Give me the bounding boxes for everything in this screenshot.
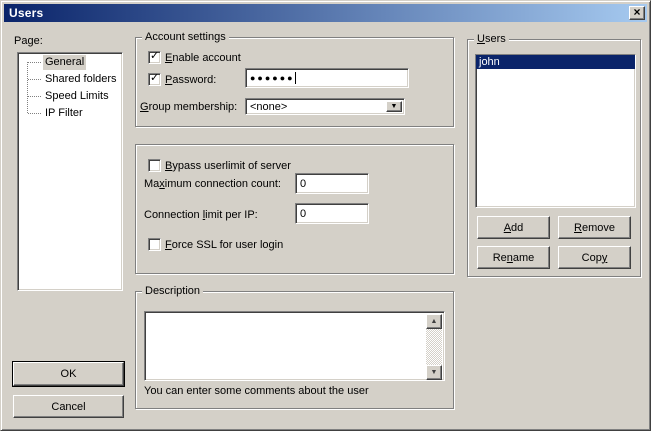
enable-account-checkbox[interactable]: ✓ bbox=[148, 51, 161, 64]
rename-user-button-label: Rename bbox=[493, 252, 535, 264]
cancel-button-label: Cancel bbox=[51, 401, 85, 413]
checkmark-icon: ✓ bbox=[150, 72, 159, 85]
tree-item-general[interactable]: General bbox=[18, 55, 120, 71]
rename-user-button[interactable]: Rename bbox=[477, 246, 550, 269]
tree-item-shared-folders[interactable]: Shared folders bbox=[18, 72, 120, 88]
remove-user-button-label: Remove bbox=[574, 222, 615, 234]
arrow-down-icon: ▼ bbox=[431, 369, 438, 376]
tree-item-label: Shared folders bbox=[43, 72, 119, 87]
max-connection-count-value: 0 bbox=[300, 178, 306, 190]
description-scrollbar[interactable]: ▲ ▼ bbox=[426, 314, 442, 380]
chevron-down-icon: ▼ bbox=[391, 103, 398, 110]
users-listbox[interactable]: john bbox=[475, 54, 636, 208]
password-input[interactable]: ●●●●●● bbox=[245, 68, 409, 88]
titlebar[interactable]: Users × bbox=[4, 4, 647, 22]
group-membership-select[interactable]: <none> ▼ bbox=[245, 98, 405, 115]
max-connection-count-input[interactable]: 0 bbox=[295, 173, 369, 194]
copy-user-button-label: Copy bbox=[582, 252, 608, 264]
account-settings-group: Account settings ✓ Enable account ✓ Pass… bbox=[135, 37, 454, 127]
user-list-item[interactable]: john bbox=[476, 55, 635, 69]
description-hint: You can enter some comments about the us… bbox=[144, 385, 369, 397]
add-user-button[interactable]: Add bbox=[477, 216, 550, 239]
password-label[interactable]: Password: bbox=[165, 74, 216, 86]
tree-item-ip-filter[interactable]: IP Filter bbox=[18, 106, 120, 122]
tree-item-label: Speed Limits bbox=[43, 89, 111, 104]
ok-button[interactable]: OK bbox=[13, 362, 124, 386]
text-caret bbox=[295, 72, 296, 84]
tree-item-label: General bbox=[43, 55, 86, 70]
page-label: Page: bbox=[14, 35, 43, 47]
ok-button-label: OK bbox=[61, 368, 77, 380]
group-membership-value: <none> bbox=[250, 101, 287, 113]
window-title: Users bbox=[4, 6, 43, 20]
user-name: john bbox=[479, 56, 500, 68]
force-ssl-label[interactable]: Force SSL for user login bbox=[165, 239, 283, 251]
dropdown-button[interactable]: ▼ bbox=[386, 101, 402, 112]
arrow-up-icon: ▲ bbox=[431, 318, 438, 325]
cancel-button[interactable]: Cancel bbox=[13, 395, 124, 418]
description-group: Description ▲ ▼ You can enter some comme… bbox=[135, 291, 454, 409]
description-title: Description bbox=[142, 285, 203, 298]
users-group: Users john Add Remove Rename Copy bbox=[467, 39, 641, 277]
scroll-up-button[interactable]: ▲ bbox=[426, 314, 442, 329]
users-dialog: Users × Page: General Shared folders Spe… bbox=[0, 0, 651, 431]
enable-account-label[interactable]: Enable account bbox=[165, 52, 241, 64]
connection-limit-per-ip-input[interactable]: 0 bbox=[295, 203, 369, 224]
scroll-down-button[interactable]: ▼ bbox=[426, 365, 442, 380]
copy-user-button[interactable]: Copy bbox=[558, 246, 631, 269]
password-masked-value: ●●●●●● bbox=[250, 73, 295, 83]
close-icon: × bbox=[633, 6, 640, 18]
description-textarea[interactable]: ▲ ▼ bbox=[144, 311, 445, 381]
add-user-button-label: Add bbox=[504, 222, 524, 234]
account-settings-title: Account settings bbox=[142, 31, 229, 44]
bypass-userlimit-checkbox[interactable]: ✓ bbox=[148, 159, 161, 172]
page-tree[interactable]: General Shared folders Speed Limits IP F… bbox=[17, 52, 123, 291]
max-connection-count-label: Maximum connection count: bbox=[144, 178, 281, 190]
tree-item-label: IP Filter bbox=[43, 106, 85, 121]
group-membership-label: Group membership: bbox=[140, 101, 237, 113]
users-group-title: Users bbox=[474, 33, 509, 46]
connection-limits-group: ✓ Bypass userlimit of server Maximum con… bbox=[135, 144, 454, 274]
remove-user-button[interactable]: Remove bbox=[558, 216, 631, 239]
tree-item-speed-limits[interactable]: Speed Limits bbox=[18, 89, 120, 105]
checkmark-icon: ✓ bbox=[150, 50, 159, 63]
password-checkbox[interactable]: ✓ bbox=[148, 73, 161, 86]
connection-limit-per-ip-label: Connection limit per IP: bbox=[144, 209, 258, 221]
scrollbar-track[interactable] bbox=[426, 329, 442, 365]
force-ssl-checkbox[interactable]: ✓ bbox=[148, 238, 161, 251]
close-button[interactable]: × bbox=[629, 6, 645, 20]
connection-limit-per-ip-value: 0 bbox=[300, 208, 306, 220]
bypass-userlimit-label[interactable]: Bypass userlimit of server bbox=[165, 160, 291, 172]
